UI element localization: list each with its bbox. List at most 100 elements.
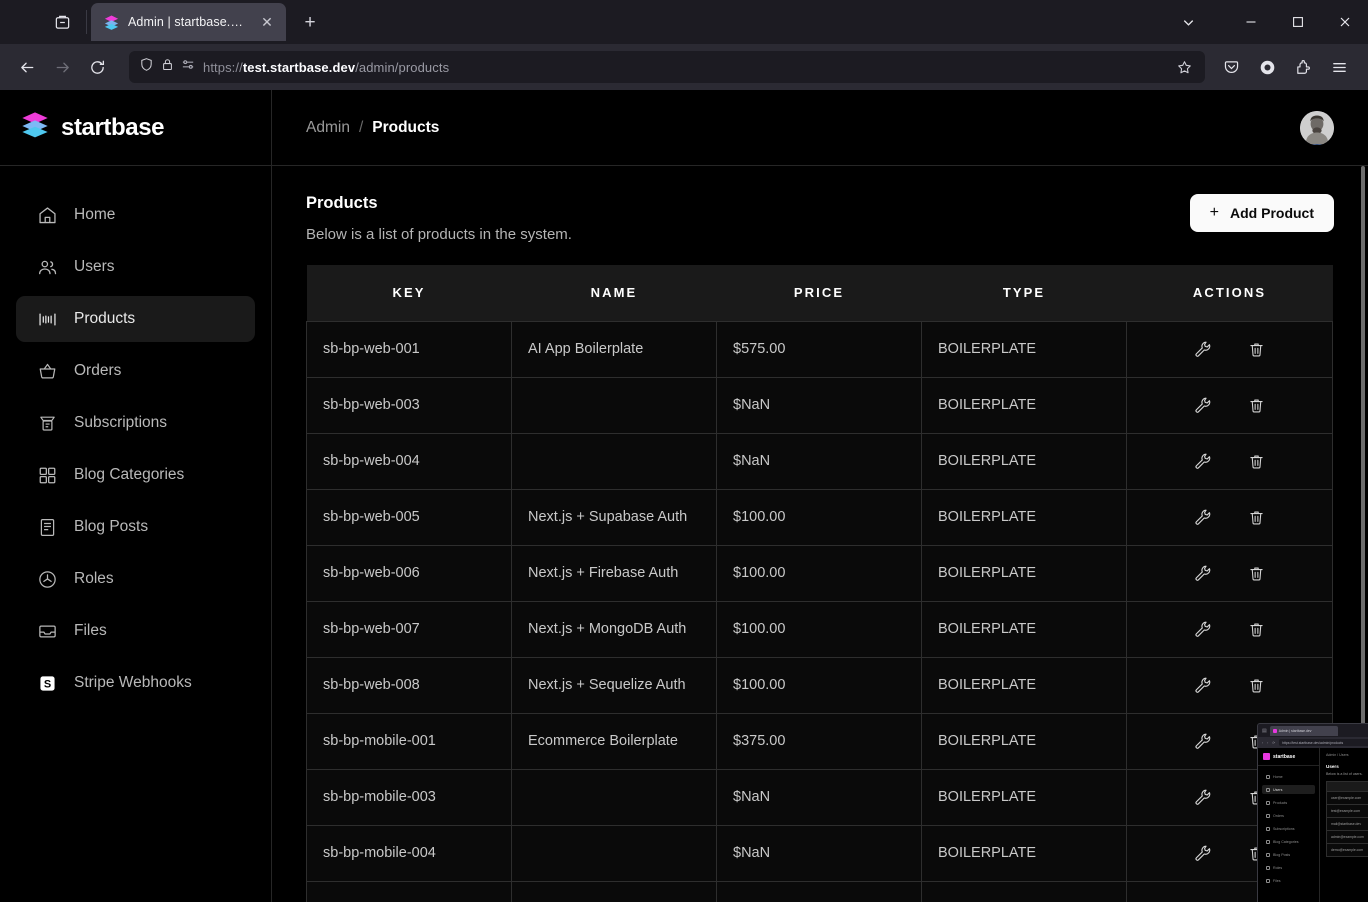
maximize-button[interactable] [1274,0,1321,44]
preview-breadcrumb: Admin / Users [1326,753,1349,757]
column-header-price[interactable]: PRICE [716,265,922,321]
trash-icon[interactable] [1247,395,1267,415]
cell-actions [1126,376,1333,434]
cell-name [511,432,717,490]
preview-brand: startbase [1258,748,1319,766]
account-icon[interactable] [1250,50,1284,84]
breadcrumb-admin[interactable]: Admin [306,119,350,137]
url-text[interactable]: https://test.startbase.dev/admin/product… [203,60,1164,75]
sidebar-item-home[interactable]: Home [16,192,255,238]
sidebar-item-label: Home [74,206,116,223]
sidebar-item-label: Stripe Webhooks [74,674,192,691]
snipping-tool-preview-thumbnail[interactable]: ▤ Admin | startbase.dev ✕ ‹ › ⟳ https://… [1257,723,1368,902]
lock-icon[interactable] [161,58,174,76]
sidebar-item-blog-categories[interactable]: Blog Categories [16,452,255,498]
table-row[interactable]: sb-bp-web-006 Next.js + Firebase Auth $100… [306,544,1333,602]
permissions-icon[interactable] [181,57,196,77]
url-path: /admin/products [355,59,450,75]
wrench-icon[interactable] [1193,563,1213,583]
preview-brand-name: startbase [1273,753,1296,760]
cell-price: $NaN [716,376,922,434]
cell-name [511,824,717,882]
extensions-icon[interactable] [1286,50,1320,84]
sidebar-item-label: Products [74,310,136,327]
table-row[interactable]: sb-bp-web-003 $NaN BOILERPLATE [306,376,1333,434]
wrench-icon[interactable] [1193,395,1213,415]
cell-actions [1126,656,1333,714]
pocket-icon[interactable] [1214,50,1248,84]
new-tab-button[interactable]: + [294,7,326,39]
preview-subtitle: Below is a list of users. [1326,772,1363,776]
close-icon[interactable]: ✕ [256,11,278,33]
cell-key: sb-bp-mobile-004 [306,824,512,882]
table-row[interactable]: sb-bp-mobile-003 $NaN BOILERPLATE [306,768,1333,826]
cell-price: $NaN [716,768,922,826]
sidebar-item-files[interactable]: Files [16,608,255,654]
forward-button[interactable] [45,50,79,84]
preview-table-row: user@example.com [1326,792,1368,805]
trash-icon[interactable] [1247,675,1267,695]
tab-list-button[interactable] [40,3,84,41]
preview-nav-icon [1266,878,1270,883]
sidebar-item-products[interactable]: Products [16,296,255,342]
grid-icon [36,464,58,486]
add-product-button[interactable]: + Add Product [1189,194,1334,232]
preview-url-text: https://test.startbase.dev/admin/product… [1282,740,1344,745]
browser-tab[interactable]: Admin | startbase.dev ✕ [91,3,286,41]
trash-icon[interactable] [1247,451,1267,471]
url-bar[interactable]: https://test.startbase.dev/admin/product… [129,51,1205,83]
sidebar-item-subscriptions[interactable]: Subscriptions [16,400,255,446]
star-icon[interactable] [1171,54,1197,80]
trash-icon[interactable] [1247,563,1267,583]
brand-logo-block[interactable]: startbase [0,90,271,166]
shield-icon[interactable] [139,57,154,77]
trash-icon[interactable] [1247,619,1267,639]
cell-actions [1126,544,1333,602]
cell-type [921,880,1127,902]
sidebar-item-users[interactable]: Users [16,244,255,290]
wrench-icon[interactable] [1193,619,1213,639]
column-header-key[interactable]: KEY [306,265,512,321]
table-row[interactable]: sb-bp-web-004 $NaN BOILERPLATE [306,432,1333,490]
preview-nav-label: Subscriptions [1273,826,1295,831]
wrench-icon[interactable] [1193,675,1213,695]
table-row[interactable]: sb-bp-web-008 Next.js + Sequelize Auth $10… [306,656,1333,714]
url-scheme: https:// [203,59,243,75]
wrench-icon[interactable] [1193,787,1213,807]
minimize-button[interactable] [1227,0,1274,44]
hamburger-menu-icon[interactable] [1322,50,1356,84]
sidebar-item-blog-posts[interactable]: Blog Posts [16,504,255,550]
cell-price: $375.00 [716,712,922,770]
column-header-name[interactable]: NAME [511,265,717,321]
wrench-icon[interactable] [1193,339,1213,359]
preview-nav-item: Blog Categories [1262,837,1315,846]
table-row[interactable]: sb-bp-web-001 AI App Boilerplate $575.00 BO… [306,320,1333,378]
column-header-type[interactable]: TYPE [921,265,1127,321]
chevron-down-icon[interactable] [1166,0,1210,44]
table-row[interactable]: sb-bp-web-007 Next.js + MongoDB Auth $100.… [306,600,1333,658]
preview-nav-item: Products [1262,798,1315,807]
cell-name: Next.js + MongoDB Auth [511,600,717,658]
sidebar-item-roles[interactable]: Roles [16,556,255,602]
table-row[interactable]: sb-bp-web-005 Next.js + Supabase Auth $100… [306,488,1333,546]
window-close-button[interactable] [1321,0,1368,44]
cell-price: $100.00 [716,544,922,602]
wrench-icon[interactable] [1193,843,1213,863]
wrench-icon[interactable] [1193,507,1213,527]
avatar[interactable] [1300,110,1334,145]
sidebar-item-stripe-webhooks[interactable]: S Stripe Webhooks [16,660,255,706]
reload-button[interactable] [80,50,114,84]
table-row[interactable]: sb-bp-mobile-004 $NaN BOILERPLATE [306,824,1333,882]
table-row[interactable] [306,880,1333,902]
wrench-icon[interactable] [1193,731,1213,751]
trash-icon[interactable] [1247,507,1267,527]
svg-text:S: S [43,678,50,690]
sidebar-item-orders[interactable]: Orders [16,348,255,394]
table-row[interactable]: sb-bp-mobile-001 Ecommerce Boilerplate $37… [306,712,1333,770]
wrench-icon[interactable] [1193,451,1213,471]
cell-type: BOILERPLATE [921,656,1127,714]
back-button[interactable] [10,50,44,84]
cell-actions [1126,320,1333,378]
top-bar: Admin / Products [272,90,1368,166]
trash-icon[interactable] [1247,339,1267,359]
